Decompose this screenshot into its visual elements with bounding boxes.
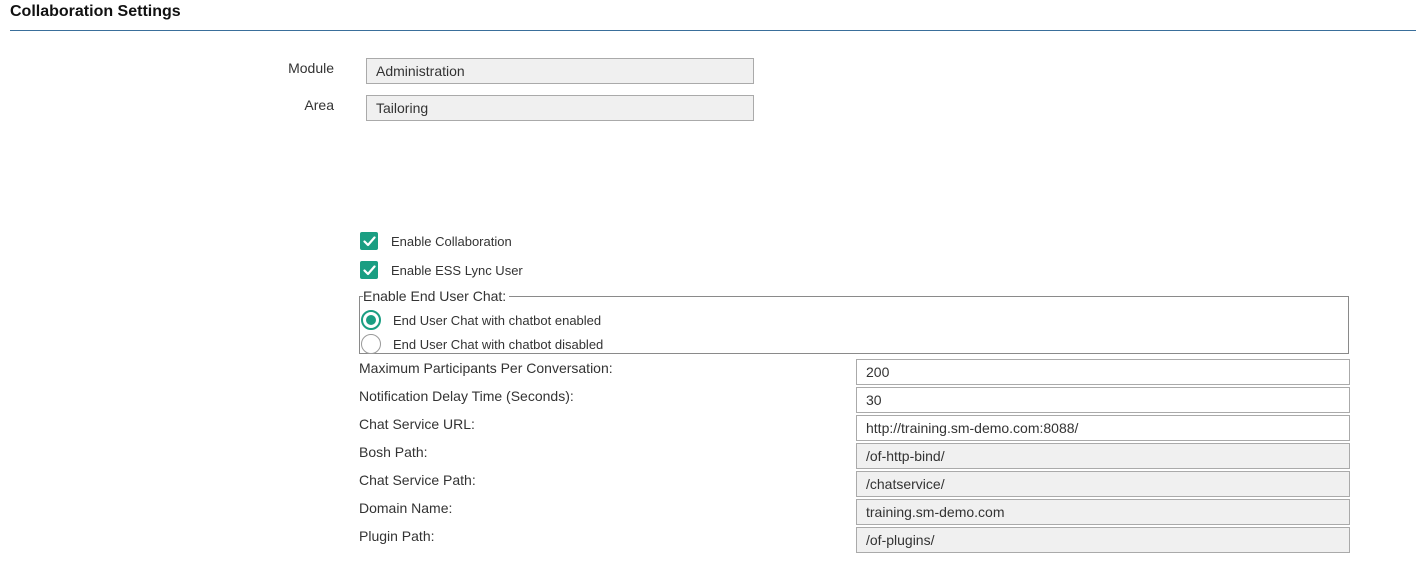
plugin-path-field: /of-plugins/ — [856, 527, 1350, 553]
area-field: Tailoring — [366, 95, 754, 121]
domain-name-label: Domain Name: — [359, 500, 453, 516]
chatbot-disabled-label: End User Chat with chatbot disabled — [393, 336, 604, 352]
page-title: Collaboration Settings — [10, 3, 181, 20]
chat-service-path-label: Chat Service Path: — [359, 472, 476, 488]
area-label: Area — [304, 97, 334, 113]
bosh-path-label: Bosh Path: — [359, 444, 428, 460]
chatbot-enabled-option[interactable]: End User Chat with chatbot enabled — [361, 310, 601, 330]
enable-collaboration-checkbox[interactable] — [360, 232, 378, 250]
max-participants-input[interactable]: 200 — [856, 359, 1350, 385]
chatbot-disabled-option[interactable]: End User Chat with chatbot disabled — [361, 334, 603, 354]
chat-service-path-field: /chatservice/ — [856, 471, 1350, 497]
domain-name-field: training.sm-demo.com — [856, 499, 1350, 525]
enable-ess-lync-user-row[interactable]: Enable ESS Lync User — [360, 260, 523, 280]
chatbot-enabled-radio[interactable] — [361, 310, 381, 330]
end-user-chat-legend: Enable End User Chat: — [363, 288, 510, 304]
chatbot-disabled-radio[interactable] — [361, 334, 381, 354]
module-field: Administration — [366, 58, 754, 84]
collaboration-settings-page: Collaboration Settings Module Administra… — [0, 0, 1416, 569]
enable-ess-lync-user-label: Enable ESS Lync User — [391, 262, 523, 278]
enable-collaboration-row[interactable]: Enable Collaboration — [360, 231, 512, 251]
chat-service-url-label: Chat Service URL: — [359, 416, 475, 432]
plugin-path-label: Plugin Path: — [359, 528, 435, 544]
max-participants-label: Maximum Participants Per Conversation: — [359, 360, 613, 376]
module-label: Module — [288, 60, 334, 76]
notification-delay-label: Notification Delay Time (Seconds): — [359, 388, 574, 404]
enable-collaboration-label: Enable Collaboration — [391, 233, 512, 249]
checkmark-icon — [362, 235, 376, 246]
title-divider — [10, 30, 1416, 31]
enable-ess-lync-user-checkbox[interactable] — [360, 261, 378, 279]
chat-service-url-input[interactable]: http://training.sm-demo.com:8088/ — [856, 415, 1350, 441]
chatbot-enabled-label: End User Chat with chatbot enabled — [393, 312, 602, 328]
notification-delay-input[interactable]: 30 — [856, 387, 1350, 413]
checkmark-icon — [362, 264, 376, 275]
bosh-path-field: /of-http-bind/ — [856, 443, 1350, 469]
